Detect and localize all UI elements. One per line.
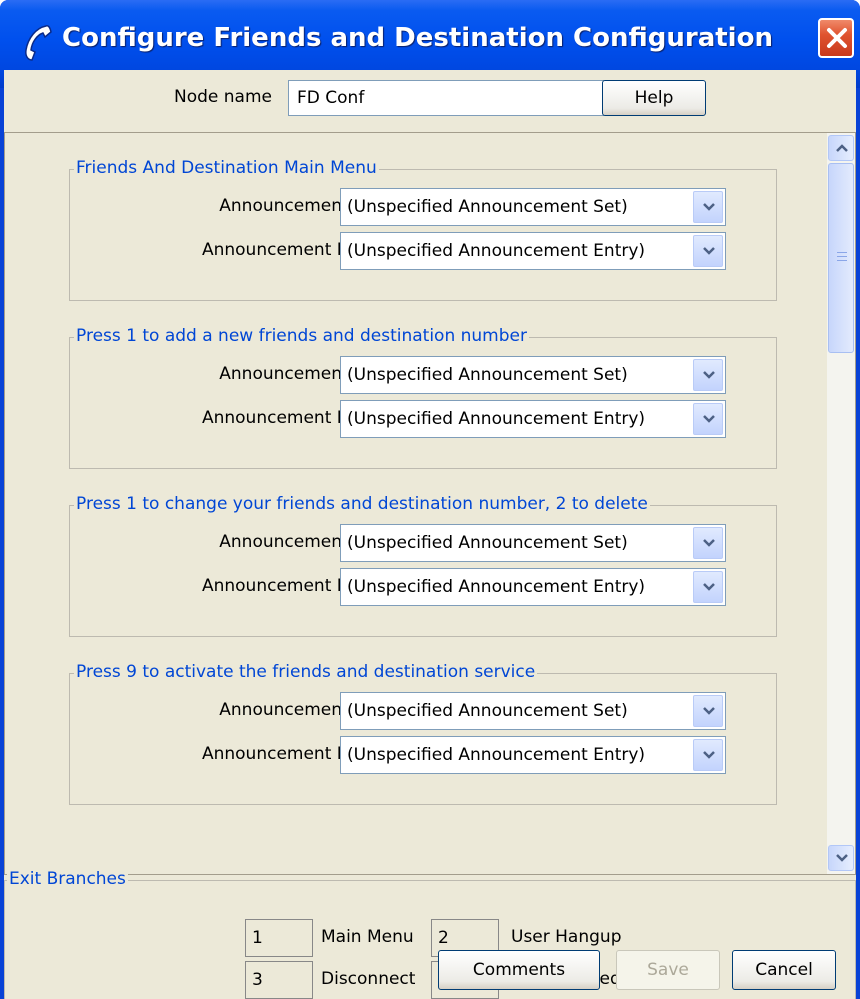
node-name-input[interactable] [288, 80, 604, 116]
section-legend: Press 1 to add a new friends and destina… [74, 326, 529, 346]
chevron-down-icon [703, 371, 715, 379]
announcement-set-value: (Unspecified Announcement Set) [347, 533, 628, 553]
announcement-entry-value: (Unspecified Announcement Entry) [347, 409, 646, 429]
scroll-down-button[interactable] [828, 845, 854, 871]
announcement-set-value: (Unspecified Announcement Set) [347, 365, 628, 385]
announcement-entry-select[interactable]: (Unspecified Announcement Entry) [340, 232, 726, 270]
dialog-client-area: Node name Help Friends And Destination M… [4, 70, 856, 999]
help-button[interactable]: Help [602, 80, 706, 116]
chevron-down-icon [703, 203, 715, 211]
chevron-down-icon [703, 247, 715, 255]
announcement-entry-select[interactable]: (Unspecified Announcement Entry) [340, 568, 726, 606]
announcement-set-select[interactable]: (Unspecified Announcement Set) [340, 356, 726, 394]
close-icon [827, 28, 847, 48]
chevron-down-icon [836, 854, 848, 862]
comments-button[interactable]: Comments [438, 950, 600, 990]
section-activate-service: Press 9 to activate the friends and dest… [69, 662, 777, 805]
window-title: Configure Friends and Destination Config… [62, 23, 773, 53]
announcement-entry-value: (Unspecified Announcement Entry) [347, 577, 646, 597]
announcement-entry-value: (Unspecified Announcement Entry) [347, 745, 646, 765]
announcement-entry-select[interactable]: (Unspecified Announcement Entry) [340, 736, 726, 774]
chevron-down-icon [703, 751, 715, 759]
dropdown-arrow-button[interactable] [693, 527, 723, 559]
chevron-down-icon [703, 539, 715, 547]
node-name-label: Node name [174, 87, 272, 107]
grip-icon [837, 252, 847, 266]
exit-branches-legend: Exit Branches [7, 869, 128, 889]
announcement-set-select[interactable]: (Unspecified Announcement Set) [340, 692, 726, 730]
scrollbar-thumb[interactable] [828, 163, 854, 353]
dropdown-arrow-button[interactable] [693, 739, 723, 771]
dropdown-arrow-button[interactable] [693, 235, 723, 267]
chevron-down-icon [703, 415, 715, 423]
announcement-entry-value: (Unspecified Announcement Entry) [347, 241, 646, 261]
chevron-down-icon [703, 583, 715, 591]
node-name-bar: Node name Help [4, 70, 856, 130]
section-legend: Press 9 to activate the friends and dest… [74, 662, 538, 682]
section-legend: Friends And Destination Main Menu [74, 158, 379, 178]
scroll-up-button[interactable] [828, 135, 854, 161]
section-change-number: Press 1 to change your friends and desti… [69, 494, 777, 637]
vertical-scrollbar[interactable] [827, 133, 855, 874]
announcement-set-value: (Unspecified Announcement Set) [347, 197, 628, 217]
announcement-set-select[interactable]: (Unspecified Announcement Set) [340, 188, 726, 226]
section-add-number: Press 1 to add a new friends and destina… [69, 326, 777, 469]
section-main-menu: Friends And Destination Main Menu Announ… [69, 158, 777, 301]
dropdown-arrow-button[interactable] [693, 571, 723, 603]
dropdown-arrow-button[interactable] [693, 695, 723, 727]
dropdown-arrow-button[interactable] [693, 359, 723, 391]
chevron-up-icon [836, 144, 848, 152]
close-button[interactable] [818, 18, 854, 58]
announcement-entry-select[interactable]: (Unspecified Announcement Entry) [340, 400, 726, 438]
section-legend: Press 1 to change your friends and desti… [74, 494, 650, 514]
announcement-set-value: (Unspecified Announcement Set) [347, 701, 628, 721]
phone-handset-icon [25, 25, 52, 61]
dialog-window: Configure Friends and Destination Config… [0, 0, 860, 999]
announcements-scroll-panel[interactable]: Friends And Destination Main Menu Announ… [4, 132, 856, 875]
dialog-button-bar: Comments Save Cancel [4, 942, 856, 999]
cancel-button[interactable]: Cancel [732, 950, 836, 990]
dropdown-arrow-button[interactable] [693, 191, 723, 223]
dropdown-arrow-button[interactable] [693, 403, 723, 435]
save-button[interactable]: Save [616, 950, 720, 990]
announcement-set-select[interactable]: (Unspecified Announcement Set) [340, 524, 726, 562]
chevron-down-icon [703, 707, 715, 715]
